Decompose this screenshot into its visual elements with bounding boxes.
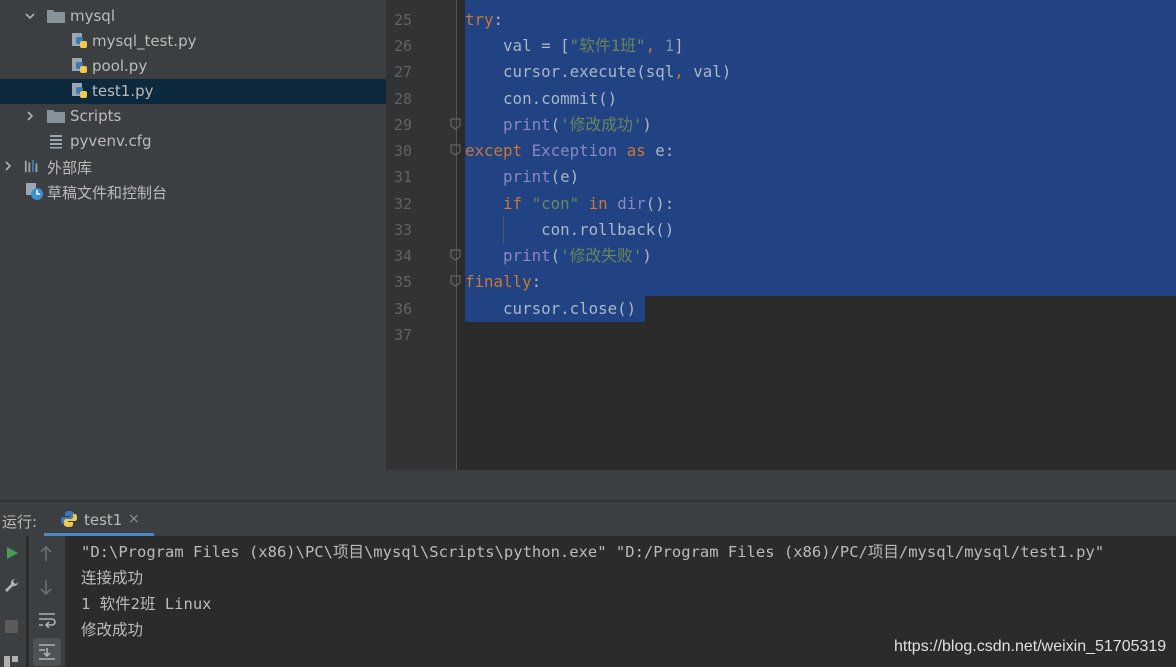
folder-icon xyxy=(47,10,65,23)
tree-item-test1-py[interactable]: test1.py xyxy=(0,79,386,104)
code-editor[interactable]: 25 26 27 28 29 30 31 32 33 34 35 36 37 t… xyxy=(386,0,1176,470)
chevron-down-icon[interactable] xyxy=(24,10,36,22)
python-file-icon xyxy=(72,83,87,98)
tree-item-label: mysql xyxy=(70,7,115,25)
tree-item-pyvenv-cfg[interactable]: pyvenv.cfg xyxy=(0,129,386,154)
code-line: print('修改失败') xyxy=(503,246,652,265)
scroll-to-end-icon xyxy=(39,644,55,660)
code-line: val = ["软件1班", 1] xyxy=(465,36,684,55)
watermark: https://blog.csdn.net/weixin_51705319 xyxy=(894,638,1167,655)
project-tool-window: mysql mysql_test.py pool.py test1.py Scr… xyxy=(0,0,386,500)
config-file-icon xyxy=(50,135,62,149)
run-tool-window-header: 运行: test1 × xyxy=(0,502,1176,536)
run-label: 运行: xyxy=(2,513,38,531)
code-line: finally: xyxy=(465,272,542,291)
tree-item-pool-py[interactable]: pool.py xyxy=(0,54,386,79)
line-number: 29 xyxy=(393,116,412,134)
layout-icon[interactable] xyxy=(4,656,19,667)
wrench-icon[interactable] xyxy=(3,577,21,595)
run-tab-label: test1 xyxy=(84,511,123,529)
line-number: 27 xyxy=(393,63,412,81)
text-selection-top xyxy=(465,0,1176,4)
rerun-icon[interactable] xyxy=(5,546,19,560)
line-number: 28 xyxy=(393,90,412,108)
fold-marker-icon[interactable] xyxy=(450,249,461,261)
line-number: 35 xyxy=(393,273,412,291)
tree-item-label: mysql_test.py xyxy=(92,32,197,50)
library-icon xyxy=(24,159,38,173)
code-line: print('修改成功') xyxy=(503,115,652,134)
tree-item-label: test1.py xyxy=(92,82,154,100)
tree-item-label: Scripts xyxy=(70,107,122,125)
folder-icon xyxy=(47,110,65,123)
line-number: 36 xyxy=(393,300,412,318)
run-toolbar-secondary xyxy=(29,536,65,667)
line-number: 31 xyxy=(393,168,412,186)
code-line: print(e) xyxy=(503,167,580,186)
line-number: 30 xyxy=(393,142,412,160)
tree-item-label: pyvenv.cfg xyxy=(70,132,152,150)
line-number: 34 xyxy=(393,247,412,265)
soft-wrap-icon[interactable] xyxy=(38,612,56,628)
console-output-line: 连接成功 xyxy=(81,569,144,587)
console-output-line: 修改成功 xyxy=(81,621,144,639)
code-line: try: xyxy=(465,10,504,29)
tree-item-label: 草稿文件和控制台 xyxy=(47,184,168,202)
arrow-down-icon[interactable] xyxy=(39,579,53,595)
tree-item-label: pool.py xyxy=(92,57,148,75)
arrow-up-icon[interactable] xyxy=(39,546,53,562)
console-output-line: 1 软件2班 Linux xyxy=(81,595,212,613)
code-line: cursor.close() xyxy=(465,299,637,318)
run-toolbar-primary xyxy=(0,536,26,667)
gutter-separator xyxy=(456,0,457,470)
line-number: 25 xyxy=(393,11,412,29)
tree-item-label: 外部库 xyxy=(47,159,93,177)
tree-item-mysql-test-py[interactable]: mysql_test.py xyxy=(0,29,386,54)
fold-marker-icon[interactable] xyxy=(450,275,461,287)
code-line: con.commit() xyxy=(465,89,618,108)
code-line: except Exception as e: xyxy=(465,141,675,160)
line-number: 33 xyxy=(393,221,412,239)
code-line: con.rollback() xyxy=(465,220,675,239)
editor-horizontal-scrollbar-area[interactable] xyxy=(386,470,1176,500)
line-number: 37 xyxy=(393,326,412,344)
tree-item-scratches[interactable]: 草稿文件和控制台 xyxy=(0,179,386,204)
chevron-right-icon[interactable] xyxy=(24,110,36,122)
console-output-line: "D:\Program Files (x86)\PC\项目\mysql\Scri… xyxy=(81,543,1105,561)
tree-item-mysql-folder[interactable]: mysql xyxy=(0,4,386,29)
tree-item-scripts-folder[interactable]: Scripts xyxy=(0,104,386,129)
python-icon xyxy=(61,511,77,527)
fold-marker-icon[interactable] xyxy=(450,118,461,130)
python-file-icon xyxy=(72,58,87,73)
code-line: if "con" in dir(): xyxy=(503,194,675,213)
fold-marker-icon[interactable] xyxy=(450,144,461,156)
python-file-icon xyxy=(72,33,87,48)
stop-icon[interactable] xyxy=(5,620,18,633)
code-line: cursor.execute(sql, val) xyxy=(465,62,732,81)
close-icon[interactable]: × xyxy=(128,511,140,527)
line-number: 26 xyxy=(393,37,412,55)
scratches-icon xyxy=(26,183,43,200)
scroll-to-end-button[interactable] xyxy=(33,638,61,666)
line-number: 32 xyxy=(393,195,412,213)
tree-item-external-libraries[interactable]: 外部库 xyxy=(0,154,386,179)
chevron-right-icon[interactable] xyxy=(2,160,14,172)
